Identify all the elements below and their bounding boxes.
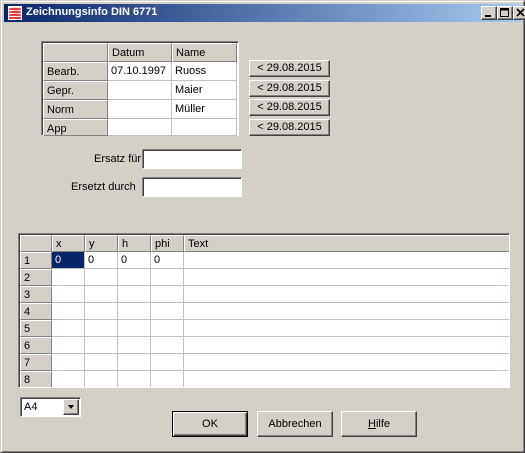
column-header-text[interactable]: Text [184, 235, 509, 252]
name-cell-app[interactable] [172, 119, 237, 136]
h-cell[interactable] [118, 269, 151, 286]
row-header[interactable]: 1 [20, 252, 52, 269]
x-cell[interactable]: 0 [52, 252, 85, 269]
datum-cell-gepr[interactable] [108, 81, 172, 100]
phi-cell[interactable] [151, 354, 184, 371]
datum-cell-app[interactable] [108, 119, 172, 136]
text-position-grid: x y h phi Text 100002345678 [18, 233, 510, 388]
row-header[interactable]: 4 [20, 303, 52, 320]
maximize-button[interactable] [497, 6, 513, 20]
h-cell[interactable] [118, 337, 151, 354]
help-button[interactable]: Hilfe [341, 411, 417, 437]
column-header-datum[interactable]: Datum [108, 43, 172, 62]
ersetzt-durch-label: Ersetzt durch [71, 181, 136, 193]
x-cell[interactable] [52, 337, 85, 354]
row-header-bearb[interactable]: Bearb. [43, 62, 108, 81]
row-header[interactable]: 5 [20, 320, 52, 337]
text-cell[interactable] [184, 337, 509, 354]
help-mnemonic: H [367, 418, 376, 430]
name-cell-norm[interactable]: Müller [172, 100, 237, 119]
text-cell[interactable] [184, 252, 509, 269]
y-cell[interactable] [85, 371, 118, 387]
close-button[interactable] [513, 6, 525, 20]
ersatz-fuer-label: Ersatz für [94, 153, 142, 165]
text-cell[interactable] [184, 320, 509, 337]
datum-cell-norm[interactable] [108, 100, 172, 119]
phi-cell[interactable] [151, 320, 184, 337]
minimize-button[interactable] [481, 6, 497, 20]
text-cell[interactable] [184, 371, 509, 387]
help-label-rest: ilfe [375, 418, 390, 430]
name-cell-bearb[interactable]: Ruoss [172, 62, 237, 81]
h-cell[interactable] [118, 371, 151, 387]
row-header[interactable]: 2 [20, 269, 52, 286]
paper-format-select[interactable]: A4 [20, 397, 81, 417]
row-header[interactable]: 6 [20, 337, 52, 354]
title-bar[interactable]: Zeichnungsinfo DIN 6771 [4, 4, 525, 22]
chevron-down-icon [68, 405, 74, 409]
x-cell[interactable] [52, 320, 85, 337]
set-date-button-app[interactable]: < 29.08.2015 [249, 119, 330, 136]
row-header[interactable]: 7 [20, 354, 52, 371]
text-cell[interactable] [184, 354, 509, 371]
column-header-phi[interactable]: phi [151, 235, 184, 252]
window-title: Zeichnungsinfo DIN 6771 [26, 6, 158, 18]
minimize-icon [485, 15, 491, 17]
text-cell[interactable] [184, 303, 509, 320]
ersatz-fuer-field[interactable] [142, 149, 242, 169]
y-cell[interactable] [85, 320, 118, 337]
datum-cell-bearb[interactable]: 07.10.1997 [108, 62, 172, 81]
h-cell[interactable] [118, 286, 151, 303]
phi-cell[interactable] [151, 371, 184, 387]
x-cell[interactable] [52, 371, 85, 387]
ok-button[interactable]: OK [172, 411, 248, 437]
row-header-app[interactable]: App [43, 119, 108, 136]
row-header[interactable]: 8 [20, 371, 52, 387]
signatures-grid: Datum Name Bearb. 07.10.1997 Ruoss Gepr.… [41, 41, 239, 136]
column-header-h[interactable]: h [118, 235, 151, 252]
y-cell[interactable] [85, 269, 118, 286]
grid-corner-header [43, 43, 108, 62]
row-header[interactable]: 3 [20, 286, 52, 303]
dropdown-button[interactable] [63, 399, 79, 415]
h-cell[interactable] [118, 320, 151, 337]
phi-cell[interactable] [151, 337, 184, 354]
h-cell[interactable] [118, 354, 151, 371]
phi-cell[interactable] [151, 286, 184, 303]
dialog-window: Zeichnungsinfo DIN 6771 Datum Name Bearb… [0, 0, 525, 453]
column-header-x[interactable]: x [52, 235, 85, 252]
text-cell[interactable] [184, 286, 509, 303]
phi-cell[interactable] [151, 303, 184, 320]
layers-app-icon [8, 6, 22, 20]
y-cell[interactable] [85, 337, 118, 354]
name-cell-gepr[interactable]: Maier [172, 81, 237, 100]
h-cell[interactable] [118, 303, 151, 320]
x-cell[interactable] [52, 286, 85, 303]
x-cell[interactable] [52, 303, 85, 320]
phi-cell[interactable]: 0 [151, 252, 184, 269]
row-header-norm[interactable]: Norm [43, 100, 108, 119]
phi-cell[interactable] [151, 269, 184, 286]
cancel-button[interactable]: Abbrechen [257, 411, 333, 437]
grid-corner-header [20, 235, 52, 252]
text-cell[interactable] [184, 269, 509, 286]
y-cell[interactable]: 0 [85, 252, 118, 269]
y-cell[interactable] [85, 354, 118, 371]
x-cell[interactable] [52, 354, 85, 371]
column-header-name[interactable]: Name [172, 43, 237, 62]
set-date-button-norm[interactable]: < 29.08.2015 [249, 99, 330, 116]
set-date-button-gepr[interactable]: < 29.08.2015 [249, 80, 330, 97]
h-cell[interactable]: 0 [118, 252, 151, 269]
maximize-icon [500, 8, 509, 17]
close-icon [516, 8, 525, 17]
set-date-button-bearb[interactable]: < 29.08.2015 [249, 60, 330, 77]
row-header-gepr[interactable]: Gepr. [43, 81, 108, 100]
ersetzt-durch-field[interactable] [142, 177, 242, 197]
y-cell[interactable] [85, 303, 118, 320]
paper-format-value: A4 [24, 401, 38, 413]
column-header-y[interactable]: y [85, 235, 118, 252]
y-cell[interactable] [85, 286, 118, 303]
x-cell[interactable] [52, 269, 85, 286]
